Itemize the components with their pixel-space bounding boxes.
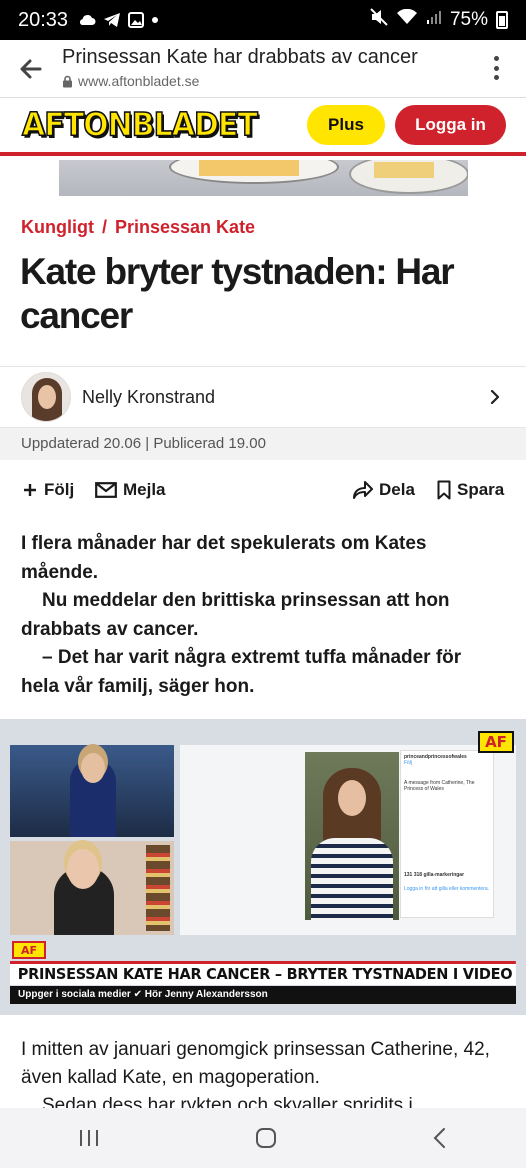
battery-icon xyxy=(496,11,508,29)
recent-apps-icon[interactable] xyxy=(78,1128,100,1148)
share-button[interactable]: Dela xyxy=(353,476,415,504)
share-icon xyxy=(353,481,373,499)
mail-label: Mejla xyxy=(123,480,166,499)
article-headline: Kate bryter tystnaden: Har cancer xyxy=(20,251,455,336)
chevron-right-icon xyxy=(490,390,500,404)
back-nav-icon[interactable] xyxy=(432,1127,448,1149)
af-badge: AF xyxy=(478,731,514,753)
author-row[interactable]: Nelly Kronstrand xyxy=(0,366,526,428)
back-arrow-icon[interactable] xyxy=(16,54,46,84)
browser-url[interactable]: www.aftonbladet.se xyxy=(62,73,199,89)
video-subline: Uppger i sociala medier ✔ Hör Jenny Alex… xyxy=(10,986,516,1004)
plus-icon xyxy=(24,484,36,496)
article-lead: I flera månader har det spekulerats om K… xyxy=(21,530,491,701)
save-button[interactable]: Spara xyxy=(437,476,504,504)
follow-label: Följ xyxy=(44,480,75,499)
panel-follow: Följ xyxy=(404,760,413,766)
kebab-menu-icon[interactable] xyxy=(494,56,500,80)
follow-button[interactable]: Följ xyxy=(22,476,74,504)
publish-dates: Uppdaterad 20.06 | Publicerad 19.00 xyxy=(0,428,526,460)
author-name: Nelly Kronstrand xyxy=(82,386,216,407)
panel-caption: A message from Catherine, The Princess o… xyxy=(404,780,475,792)
video-guest-tile xyxy=(10,841,174,935)
video-studio-tile xyxy=(10,745,174,837)
cloud-icon xyxy=(78,14,96,26)
lock-icon xyxy=(63,75,72,87)
breadcrumb-separator: / xyxy=(101,217,107,237)
panel-login: Logga in för att gilla eller kommentera. xyxy=(404,886,490,892)
lead-paragraph: I flera månader har det spekulerats om K… xyxy=(21,533,427,583)
browser-toolbar: Prinsessan Kate har drabbats av cancer w… xyxy=(0,40,526,98)
breadcrumb-kungligt[interactable]: Kungligt xyxy=(21,217,94,238)
video-headline: PRINSESSAN KATE HAR CANCER – BRYTER TYST… xyxy=(10,961,516,985)
hero-image xyxy=(59,160,468,196)
breadcrumb-prinsessan-kate[interactable]: Prinsessan Kate xyxy=(115,217,255,238)
mail-button[interactable]: Mejla xyxy=(95,476,166,504)
panel-likes: 131 318 gilla-markeringar xyxy=(404,872,465,878)
browser-page-title: Prinsessan Kate har drabbats av cancer xyxy=(62,46,418,68)
lead-paragraph: Nu meddelar den brittiska prinsessan att… xyxy=(21,590,450,640)
site-header: AFTONBLADET Plus Logga in xyxy=(0,98,526,156)
kate-video-still xyxy=(305,752,399,920)
mail-icon xyxy=(95,482,117,498)
signal-icon xyxy=(426,9,442,31)
wifi-icon xyxy=(396,8,418,31)
instagram-panel: princeandprincessofwales Följ A message … xyxy=(400,750,494,918)
share-label: Dela xyxy=(379,480,415,499)
video-lower-third: AF PRINSESSAN KATE HAR CANCER – BRYTER T… xyxy=(10,941,516,1004)
video-instagram-screen: princeandprincessofwales Följ A message … xyxy=(180,745,516,935)
video-player[interactable]: princeandprincessofwales Följ A message … xyxy=(0,719,526,1015)
save-label: Spara xyxy=(457,480,505,499)
body-paragraph: I mitten av januari genomgick prinsessan… xyxy=(21,1039,490,1088)
status-bar: 20:33 75% xyxy=(0,0,526,40)
mute-icon xyxy=(370,8,388,32)
home-icon[interactable] xyxy=(255,1127,277,1149)
status-right: 75% xyxy=(370,8,508,32)
battery-percent: 75% xyxy=(449,9,488,30)
dot-icon xyxy=(151,16,159,24)
status-time: 20:33 xyxy=(18,8,69,31)
aftonbladet-logo[interactable]: AFTONBLADET xyxy=(21,106,258,146)
android-nav-bar xyxy=(0,1108,526,1168)
telegram-icon xyxy=(103,12,121,28)
url-text: www.aftonbladet.se xyxy=(78,73,200,89)
af-tag: AF xyxy=(12,941,46,959)
login-button[interactable]: Logga in xyxy=(395,105,506,145)
article-actions: Följ Mejla Dela Spara xyxy=(0,476,526,506)
plus-button[interactable]: Plus xyxy=(307,105,385,145)
bookmark-icon xyxy=(437,480,451,500)
author-avatar xyxy=(21,372,71,422)
lead-paragraph: – Det har varit några extremt tuffa måna… xyxy=(21,647,462,697)
breadcrumb: Kungligt / Prinsessan Kate xyxy=(21,217,255,238)
image-icon xyxy=(128,12,145,28)
